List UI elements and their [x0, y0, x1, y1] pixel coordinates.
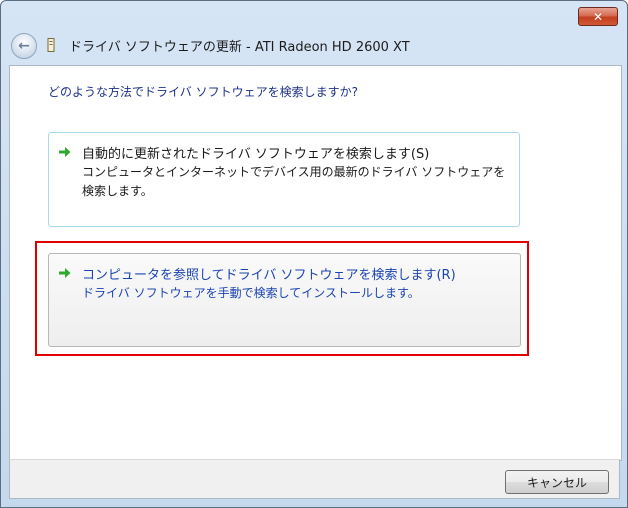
device-icon [47, 38, 55, 52]
green-arrow-icon [59, 268, 71, 278]
browse-computer-option[interactable]: コンピュータを参照してドライバ ソフトウェアを検索します(R) ドライバ ソフト… [48, 253, 521, 347]
auto-search-title: 自動的に更新されたドライバ ソフトウェアを検索します(S) [82, 147, 430, 162]
auto-search-description: コンピュータとインターネットでデバイス用の最新のドライバ ソフトウェアを検索しま… [82, 165, 506, 198]
back-arrow-icon: ← [18, 38, 30, 54]
footer-bar: キャンセル [9, 459, 620, 499]
content-panel: どのような方法でドライバ ソフトウェアを検索しますか? 自動的に更新されたドライ… [9, 65, 622, 461]
auto-search-option[interactable]: 自動的に更新されたドライバ ソフトウェアを検索します(S) コンピュータとインタ… [48, 132, 520, 227]
question-text: どのような方法でドライバ ソフトウェアを検索しますか? [48, 85, 358, 99]
browse-computer-description: ドライバ ソフトウェアを手動で検索してインストールします。 [82, 286, 420, 300]
green-arrow-icon [59, 147, 71, 157]
cancel-button[interactable]: キャンセル [505, 470, 609, 494]
dialog-window: ✕ ← ドライバ ソフトウェアの更新 - ATI Radeon HD 2600 … [0, 0, 628, 508]
back-button[interactable]: ← [11, 33, 37, 59]
close-button[interactable]: ✕ [578, 7, 618, 26]
close-icon: ✕ [592, 9, 604, 24]
window-title: ドライバ ソフトウェアの更新 - ATI Radeon HD 2600 XT [69, 40, 410, 55]
browse-computer-title: コンピュータを参照してドライバ ソフトウェアを検索します(R) [82, 268, 456, 283]
